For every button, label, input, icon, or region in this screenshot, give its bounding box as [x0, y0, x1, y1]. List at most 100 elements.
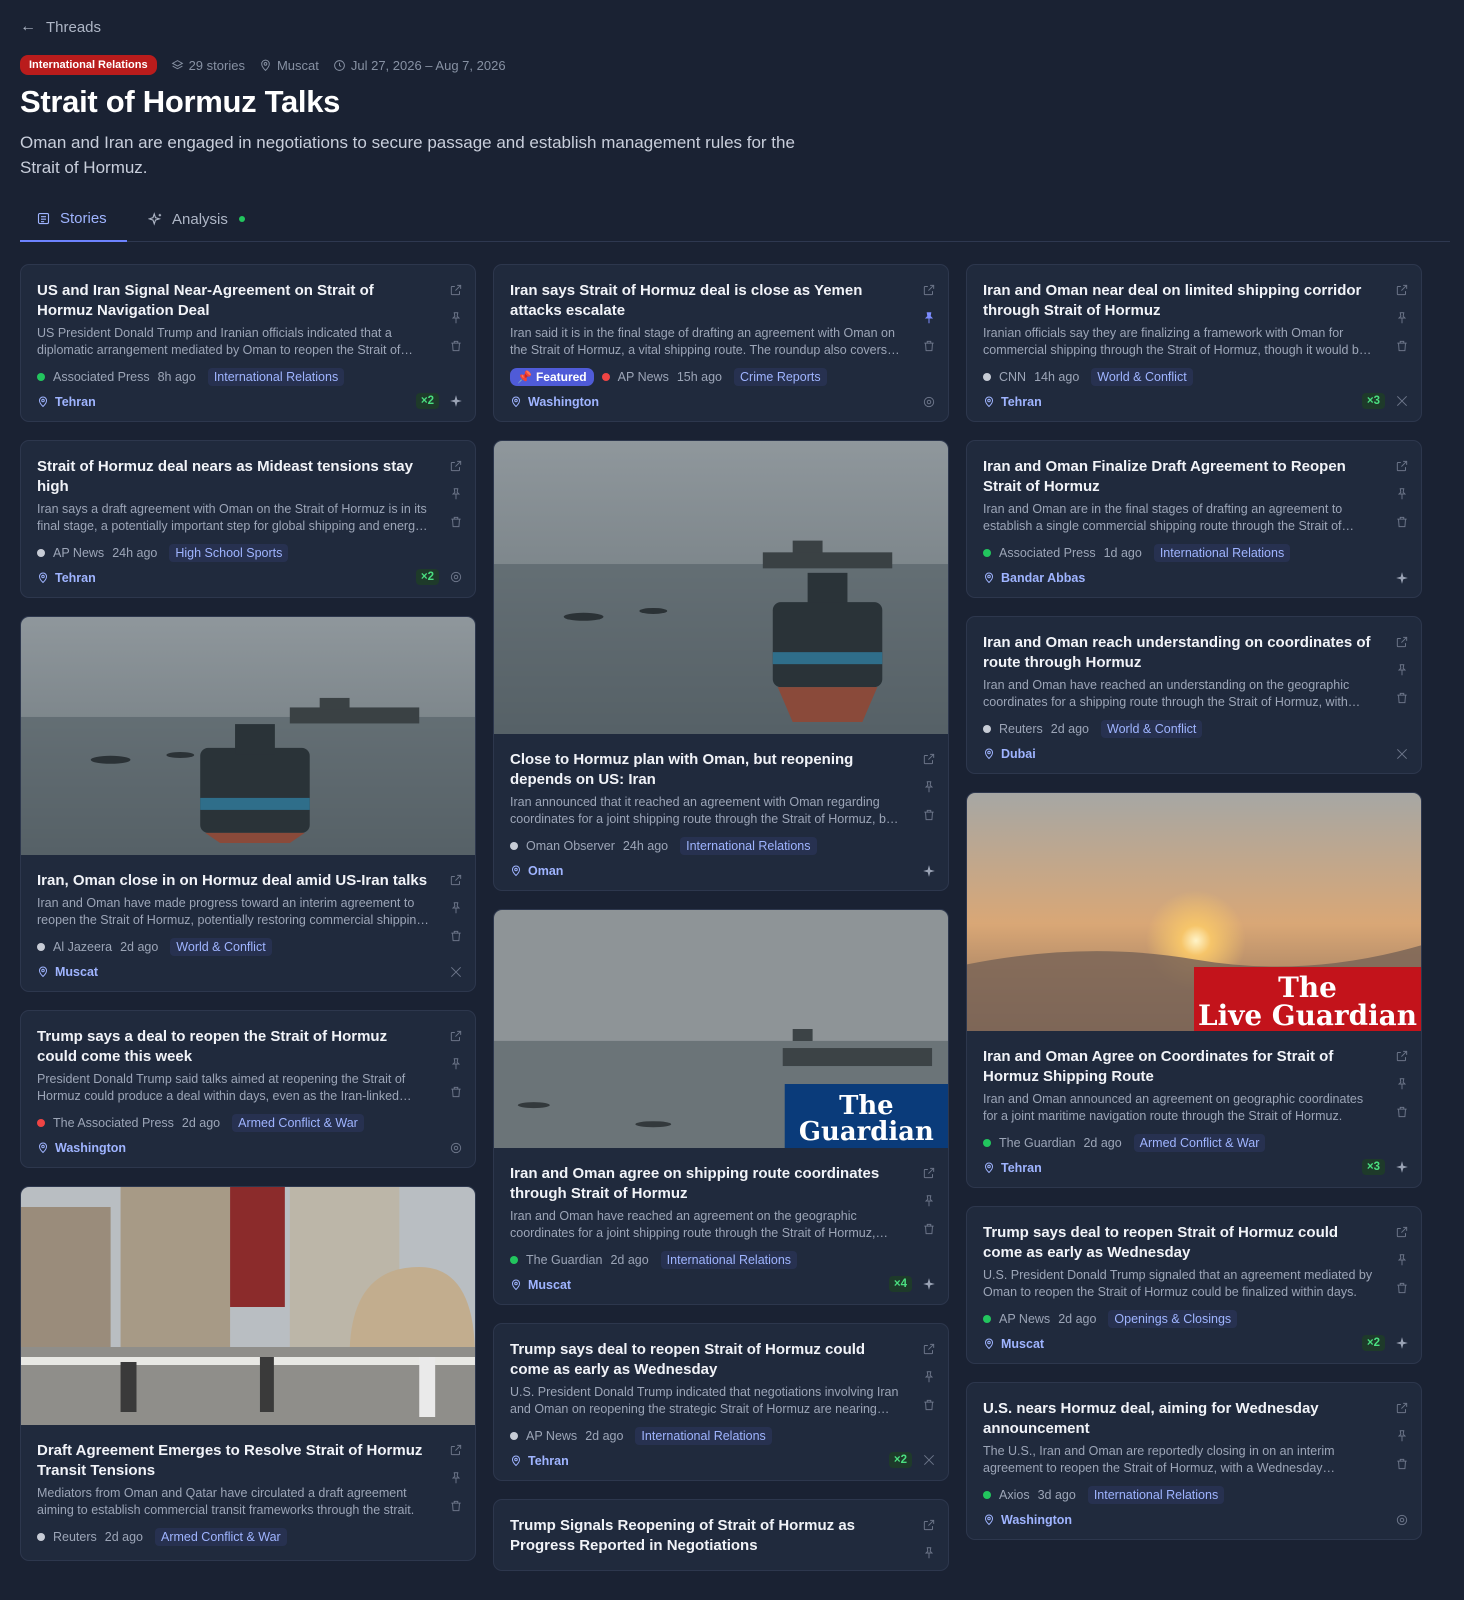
story-card[interactable]: Iran and Oman Finalize Draft Agreement t…: [966, 440, 1422, 598]
trash-icon[interactable]: [449, 929, 463, 943]
pin-icon[interactable]: [922, 1370, 936, 1384]
trash-icon[interactable]: [1395, 339, 1409, 353]
story-card[interactable]: The Live Guardian Iran and Oman Agree on…: [966, 792, 1422, 1188]
pin-icon[interactable]: [1395, 1429, 1409, 1443]
pin-icon[interactable]: [449, 1057, 463, 1071]
x-logo-icon[interactable]: [1395, 747, 1409, 761]
story-card[interactable]: U.S. nears Hormuz deal, aiming for Wedne…: [966, 1382, 1422, 1540]
trash-icon[interactable]: [1395, 1281, 1409, 1295]
story-category-tag[interactable]: Openings & Closings: [1108, 1310, 1238, 1328]
story-title[interactable]: Close to Hormuz plan with Oman, but reop…: [510, 750, 902, 790]
story-card[interactable]: Trump says deal to reopen Strait of Horm…: [493, 1323, 949, 1481]
story-category-tag[interactable]: Crime Reports: [734, 368, 827, 386]
trash-icon[interactable]: [1395, 691, 1409, 705]
story-card[interactable]: Iran and Oman reach understanding on coo…: [966, 616, 1422, 774]
trash-icon[interactable]: [449, 515, 463, 529]
pin-icon[interactable]: [449, 901, 463, 915]
external-link-icon[interactable]: [922, 283, 936, 297]
duplicate-count-badge[interactable]: ×2: [1361, 1335, 1385, 1351]
story-category-tag[interactable]: World & Conflict: [1101, 720, 1203, 738]
external-link-icon[interactable]: [922, 1166, 936, 1180]
story-card[interactable]: Iran and Oman near deal on limited shipp…: [966, 264, 1422, 422]
story-card[interactable]: Trump says deal to reopen Strait of Horm…: [966, 1206, 1422, 1364]
pin-icon[interactable]: [1395, 1253, 1409, 1267]
story-category-tag[interactable]: High School Sports: [169, 544, 289, 562]
trash-icon[interactable]: [1395, 1457, 1409, 1471]
trash-icon[interactable]: [449, 1499, 463, 1513]
story-category-tag[interactable]: International Relations: [1087, 1486, 1225, 1504]
story-card[interactable]: Strait of Hormuz deal nears as Mideast t…: [20, 440, 476, 598]
story-title[interactable]: Iran and Oman Agree on Coordinates for S…: [983, 1047, 1375, 1087]
story-card[interactable]: US and Iran Signal Near-Agreement on Str…: [20, 264, 476, 422]
pin-icon[interactable]: [1395, 1077, 1409, 1091]
external-link-icon[interactable]: [1395, 635, 1409, 649]
pin-icon[interactable]: [1395, 663, 1409, 677]
external-link-icon[interactable]: [449, 1443, 463, 1457]
trash-icon[interactable]: [449, 1085, 463, 1099]
story-card[interactable]: Iran says Strait of Hormuz deal is close…: [493, 264, 949, 422]
story-title[interactable]: Iran and Oman agree on shipping route co…: [510, 1164, 902, 1204]
pin-icon[interactable]: [449, 1471, 463, 1485]
trash-icon[interactable]: [449, 339, 463, 353]
story-title[interactable]: Trump says deal to reopen Strait of Horm…: [510, 1340, 902, 1380]
trash-icon[interactable]: [1395, 515, 1409, 529]
sparkle-icon[interactable]: [1395, 1160, 1409, 1174]
story-title[interactable]: Strait of Hormuz deal nears as Mideast t…: [37, 457, 429, 497]
pin-icon[interactable]: [449, 311, 463, 325]
story-title[interactable]: Iran, Oman close in on Hormuz deal amid …: [37, 871, 429, 891]
pin-icon[interactable]: [1395, 311, 1409, 325]
pin-icon[interactable]: [922, 311, 936, 325]
external-link-icon[interactable]: [1395, 1049, 1409, 1063]
story-category-tag[interactable]: Armed Conflict & War: [155, 1528, 287, 1546]
tab-stories[interactable]: Stories: [20, 196, 127, 242]
pin-icon[interactable]: [1395, 487, 1409, 501]
x-logo-icon[interactable]: [922, 1453, 936, 1467]
external-link-icon[interactable]: [922, 752, 936, 766]
duplicate-count-badge[interactable]: ×2: [415, 393, 439, 409]
story-title[interactable]: Trump Signals Reopening of Strait of Hor…: [510, 1516, 902, 1556]
external-link-icon[interactable]: [1395, 1401, 1409, 1415]
back-link[interactable]: ← Threads: [20, 18, 101, 36]
story-title[interactable]: Trump says deal to reopen Strait of Horm…: [983, 1223, 1375, 1263]
story-card[interactable]: The Guardian Iran and Oman agree on ship…: [493, 909, 949, 1305]
gear-icon[interactable]: [449, 1141, 463, 1155]
story-category-tag[interactable]: Armed Conflict & War: [232, 1114, 364, 1132]
story-category-tag[interactable]: International Relations: [1153, 544, 1291, 562]
tab-analysis[interactable]: Analysis: [148, 196, 245, 242]
external-link-icon[interactable]: [922, 1342, 936, 1356]
story-category-tag[interactable]: Armed Conflict & War: [1133, 1134, 1266, 1152]
external-link-icon[interactable]: [1395, 459, 1409, 473]
trash-icon[interactable]: [922, 1398, 936, 1412]
category-badge[interactable]: International Relations: [20, 55, 157, 75]
external-link-icon[interactable]: [449, 459, 463, 473]
pin-icon[interactable]: [922, 1546, 936, 1560]
external-link-icon[interactable]: [1395, 283, 1409, 297]
sparkle-icon[interactable]: [449, 394, 463, 408]
story-card[interactable]: Iran, Oman close in on Hormuz deal amid …: [20, 616, 476, 992]
external-link-icon[interactable]: [1395, 1225, 1409, 1239]
gear-icon[interactable]: [449, 570, 463, 584]
gear-icon[interactable]: [922, 395, 936, 409]
trash-icon[interactable]: [922, 1222, 936, 1236]
sparkle-icon[interactable]: [1395, 571, 1409, 585]
sparkle-icon[interactable]: [922, 1277, 936, 1291]
trash-icon[interactable]: [922, 339, 936, 353]
story-title[interactable]: Iran and Oman Finalize Draft Agreement t…: [983, 457, 1375, 497]
story-title[interactable]: Iran says Strait of Hormuz deal is close…: [510, 281, 902, 321]
pin-icon[interactable]: [922, 780, 936, 794]
story-category-tag[interactable]: International Relations: [207, 368, 345, 386]
duplicate-count-badge[interactable]: ×2: [415, 569, 439, 585]
story-card[interactable]: Trump Signals Reopening of Strait of Hor…: [493, 1499, 949, 1571]
trash-icon[interactable]: [922, 808, 936, 822]
story-card[interactable]: Trump says a deal to reopen the Strait o…: [20, 1010, 476, 1168]
trash-icon[interactable]: [1395, 1105, 1409, 1119]
story-category-tag[interactable]: World & Conflict: [170, 938, 272, 956]
pin-icon[interactable]: [922, 1194, 936, 1208]
story-category-tag[interactable]: World & Conflict: [1091, 368, 1193, 386]
duplicate-count-badge[interactable]: ×2: [888, 1452, 912, 1468]
external-link-icon[interactable]: [449, 1029, 463, 1043]
story-title[interactable]: Draft Agreement Emerges to Resolve Strai…: [37, 1441, 429, 1481]
story-category-tag[interactable]: International Relations: [680, 837, 817, 855]
pin-icon[interactable]: [449, 487, 463, 501]
external-link-icon[interactable]: [449, 873, 463, 887]
